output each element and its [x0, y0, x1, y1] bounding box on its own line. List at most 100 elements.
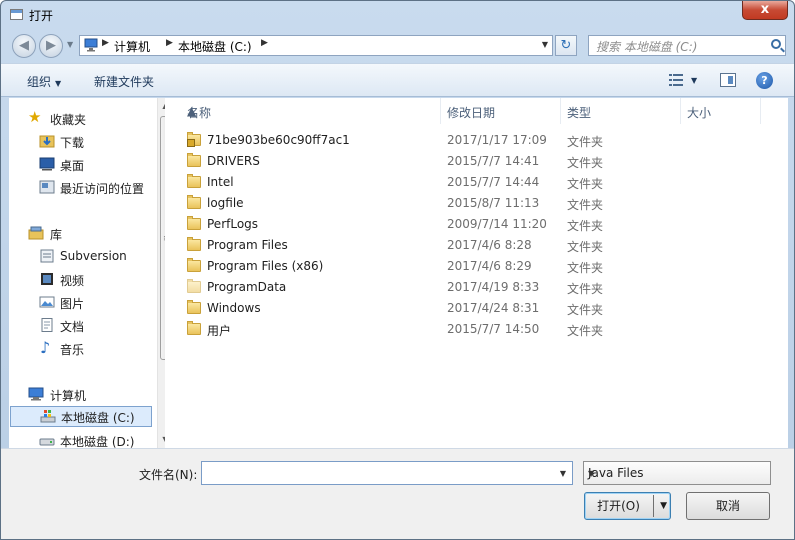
file-name: ProgramData	[207, 280, 287, 294]
dialog-footer: 文件名(N): ▼ Java Files ▼ 打开(O) ▼ 取消	[1, 448, 794, 539]
search-icon[interactable]	[771, 39, 781, 49]
file-date: 2009/7/14 11:20	[447, 217, 547, 231]
drive-icon	[39, 438, 55, 446]
download-folder-icon	[39, 135, 55, 148]
nav-recent-places[interactable]: 最近访问的位置	[9, 177, 149, 198]
file-name: Windows	[207, 301, 261, 315]
nav-label: 本地磁盘 (C:)	[61, 411, 135, 425]
folder-icon	[187, 321, 201, 335]
organize-menu[interactable]: 组织 ▼	[27, 73, 61, 90]
help-icon[interactable]: ?	[756, 72, 773, 89]
file-type: 文件夹	[567, 219, 604, 233]
filename-input[interactable]	[206, 465, 546, 481]
folder-icon	[187, 300, 201, 314]
recent-locations-dropdown[interactable]: ▼	[67, 40, 73, 49]
nav-computer[interactable]: 计算机	[9, 384, 149, 405]
file-row[interactable]: DRIVERS 2015/7/7 14:41 文件夹	[181, 151, 781, 172]
refresh-button[interactable]: ↻	[555, 35, 577, 56]
documents-icon	[41, 318, 53, 332]
file-type: 文件夹	[567, 303, 604, 317]
file-type: 文件夹	[567, 261, 604, 275]
nav-libraries[interactable]: 库	[9, 223, 149, 244]
music-note-icon: ♪	[40, 338, 51, 357]
window-title: 打开	[29, 9, 54, 23]
back-button[interactable]: ◀	[12, 34, 36, 58]
breadcrumb-computer[interactable]: 计算机	[114, 38, 150, 55]
open-button[interactable]: 打开(O) ▼	[584, 492, 671, 520]
file-row[interactable]: Program Files 2017/4/6 8:28 文件夹	[181, 235, 781, 256]
nav-favorites[interactable]: ★ 收藏夹	[9, 108, 149, 129]
split-divider	[653, 495, 654, 517]
column-header-date[interactable]: 修改日期	[441, 98, 561, 124]
new-folder-button[interactable]: 新建文件夹	[94, 73, 154, 90]
nav-documents[interactable]: 文档	[9, 315, 149, 336]
column-label: 类型	[567, 106, 592, 120]
breadcrumb-separator[interactable]: ▶	[261, 38, 268, 48]
nav-label: 文档	[60, 320, 85, 334]
nav-label: 视频	[60, 274, 85, 288]
search-placeholder: 搜索 本地磁盘 (C:)	[596, 40, 698, 54]
view-dropdown-icon[interactable]: ▼	[691, 76, 697, 85]
breadcrumb-separator[interactable]: ▶	[102, 38, 109, 48]
nav-downloads[interactable]: 下载	[9, 131, 149, 152]
file-list: ▲ 名称 修改日期 类型 大小 71be903be60c90ff7ac1 201…	[165, 98, 788, 448]
search-box[interactable]: 搜索 本地磁盘 (C:)	[588, 35, 786, 56]
nav-label: 桌面	[60, 159, 85, 173]
chevron-down-icon[interactable]: ▼	[560, 469, 566, 478]
address-bar[interactable]: ▶ 计算机 ▶ 本地磁盘 (C:) ▶ ▼	[79, 35, 553, 56]
folder-icon	[187, 216, 201, 230]
nav-label: 计算机	[50, 389, 87, 403]
chevron-down-icon: ▼	[55, 79, 62, 88]
forward-button[interactable]: ▶	[39, 34, 63, 58]
arrow-right-icon: ▶	[46, 38, 56, 53]
folder-icon	[187, 258, 201, 272]
file-row[interactable]: 用户 2015/7/7 14:50 文件夹	[181, 319, 781, 340]
folder-icon	[187, 279, 201, 293]
nav-desktop[interactable]: 桌面	[9, 154, 149, 175]
subversion-library-icon	[40, 249, 54, 263]
open-file-dialog: 打开 x ◀ ▶ ▼ ▶ 计算机 ▶ 本地磁盘 (C:) ▶ ▼ ↻ 搜索 本地…	[0, 0, 795, 540]
filename-combobox[interactable]: ▼	[201, 461, 573, 485]
nav-label: 下载	[60, 136, 85, 150]
cancel-button[interactable]: 取消	[686, 492, 770, 520]
file-date: 2015/8/7 11:13	[447, 196, 540, 210]
file-row[interactable]: Program Files (x86) 2017/4/6 8:29 文件夹	[181, 256, 781, 277]
file-name: 71be903be60c90ff7ac1	[207, 133, 350, 147]
nav-drive-c[interactable]: 本地磁盘 (C:)	[10, 406, 152, 427]
column-header-name[interactable]: ▲ 名称	[181, 98, 441, 124]
breadcrumb-separator[interactable]: ▶	[166, 38, 173, 48]
nav-label: Subversion	[60, 249, 127, 263]
file-row[interactable]: 71be903be60c90ff7ac1 2017/1/17 17:09 文件夹	[181, 130, 781, 151]
file-row[interactable]: logfile 2015/8/7 11:13 文件夹	[181, 193, 781, 214]
nav-videos[interactable]: 视频	[9, 269, 149, 290]
nav-subversion[interactable]: Subversion	[9, 246, 149, 267]
nav-pictures[interactable]: 图片	[9, 292, 149, 313]
filetype-select[interactable]: Java Files ▼	[583, 461, 771, 485]
file-row[interactable]: Intel 2015/7/7 14:44 文件夹	[181, 172, 781, 193]
open-options-dropdown[interactable]: ▼	[660, 493, 667, 519]
file-row[interactable]: PerfLogs 2009/7/14 11:20 文件夹	[181, 214, 781, 235]
file-type: 文件夹	[567, 135, 604, 149]
column-header-size[interactable]: 大小	[681, 98, 761, 124]
view-options-icon[interactable]	[669, 74, 683, 86]
file-type: 文件夹	[567, 324, 604, 338]
file-type: 文件夹	[567, 282, 604, 296]
nav-music[interactable]: ♪ 音乐	[9, 338, 149, 359]
nav-label: 库	[50, 228, 63, 242]
close-button[interactable]: x	[742, 1, 788, 20]
breadcrumb-drive-c[interactable]: 本地磁盘 (C:)	[178, 38, 252, 55]
system-drive-icon	[40, 410, 56, 423]
address-dropdown-icon[interactable]: ▼	[542, 40, 548, 49]
folder-icon	[187, 153, 201, 167]
window-icon	[10, 9, 23, 20]
file-type: 文件夹	[567, 198, 604, 212]
computer-icon	[84, 38, 98, 52]
file-row[interactable]: Windows 2017/4/24 8:31 文件夹	[181, 298, 781, 319]
file-row[interactable]: ProgramData 2017/4/19 8:33 文件夹	[181, 277, 781, 298]
nav-label: 收藏夹	[50, 113, 87, 127]
column-label: 名称	[187, 106, 212, 120]
preview-pane-icon[interactable]	[720, 73, 736, 87]
column-header-type[interactable]: 类型	[561, 98, 681, 124]
title-bar[interactable]: 打开 x	[1, 1, 794, 29]
column-label: 修改日期	[447, 106, 496, 120]
